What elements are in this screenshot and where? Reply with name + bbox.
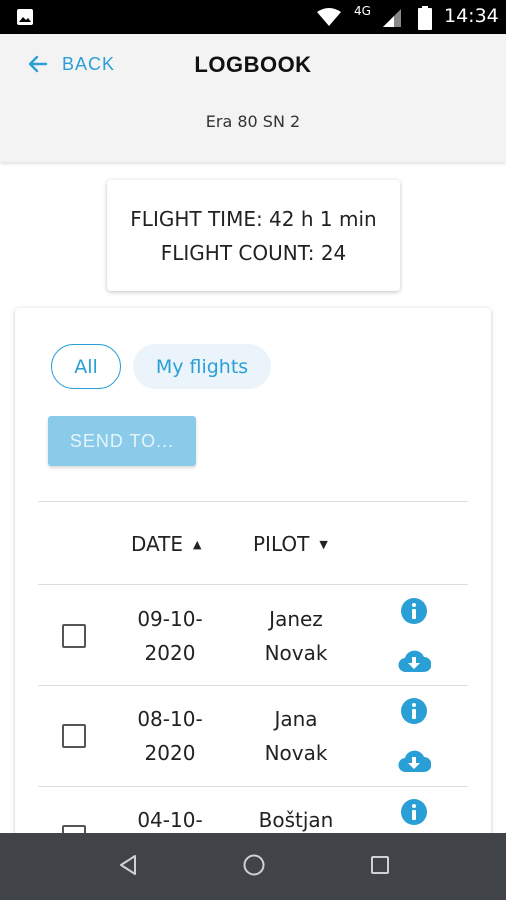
row-date: 08-10- 2020 <box>110 702 230 770</box>
flight-count-label: FLIGHT COUNT: 24 <box>160 241 347 265</box>
row-checkbox[interactable] <box>62 724 86 748</box>
filter-chip-all[interactable]: All <box>51 344 121 389</box>
row-date-line: 2020 <box>144 641 196 665</box>
row-pilot: Boštjan <box>235 803 357 837</box>
row-pilot-line: Jana <box>274 707 318 731</box>
sort-descending-icon: ▼ <box>319 537 328 551</box>
aircraft-name: Era 80 SN 2 <box>205 112 301 131</box>
column-header-pilot[interactable]: PILOT ▼ <box>253 532 328 556</box>
battery-icon <box>418 6 432 30</box>
info-icon[interactable] <box>400 597 428 625</box>
clock-label: 14:34 <box>444 5 499 27</box>
network-type-label: 4G <box>354 4 371 18</box>
table-row: 09-10- 2020 Janez Novak <box>15 585 491 685</box>
filter-chip-my-flights[interactable]: My flights <box>133 344 271 389</box>
row-date: 09-10- 2020 <box>110 602 230 670</box>
cell-signal-icon <box>383 9 401 27</box>
flight-time-label: FLIGHT TIME: 42 h 1 min <box>130 207 377 231</box>
send-to-button[interactable]: SEND TO... <box>48 416 196 466</box>
row-pilot-line: Janez <box>269 607 323 631</box>
row-date-line: 08-10- <box>137 707 203 731</box>
info-icon[interactable] <box>400 697 428 725</box>
nav-back-icon[interactable] <box>116 853 140 877</box>
row-date-line: 2020 <box>144 741 196 765</box>
info-icon[interactable] <box>400 798 428 826</box>
nav-recents-icon[interactable] <box>368 853 392 877</box>
sort-ascending-icon: ▲ <box>193 537 202 551</box>
column-header-date-label: DATE <box>131 532 184 556</box>
cloud-download-icon[interactable] <box>397 648 431 674</box>
row-date-line: 09-10- <box>137 607 203 631</box>
cloud-download-icon[interactable] <box>397 748 431 774</box>
page-title: LOGBOOK <box>194 52 312 77</box>
app-header: BACK LOGBOOK Era 80 SN 2 <box>0 34 506 162</box>
divider <box>38 501 468 502</box>
wifi-icon <box>317 8 341 26</box>
flight-summary-card: FLIGHT TIME: 42 h 1 min FLIGHT COUNT: 24 <box>107 180 400 291</box>
column-header-date[interactable]: DATE ▲ <box>131 532 202 556</box>
row-date: 04-10- <box>110 803 230 837</box>
table-row: 08-10- 2020 Jana Novak <box>15 686 491 786</box>
row-pilot-line: Boštjan <box>258 808 334 832</box>
row-pilot: Janez Novak <box>235 602 357 670</box>
row-pilot: Jana Novak <box>235 702 357 770</box>
system-navigation-bar <box>0 833 506 900</box>
row-pilot-line: Novak <box>264 741 328 765</box>
nav-home-icon[interactable] <box>242 853 266 877</box>
column-header-pilot-label: PILOT <box>253 532 310 556</box>
logbook-card: All My flights SEND TO... DATE ▲ PILOT ▼… <box>15 308 491 900</box>
row-checkbox[interactable] <box>62 624 86 648</box>
status-bar: 4G 14:34 <box>0 0 506 34</box>
row-pilot-line: Novak <box>264 641 328 665</box>
row-date-line: 04-10- <box>137 808 203 832</box>
image-notification-icon <box>17 9 33 25</box>
